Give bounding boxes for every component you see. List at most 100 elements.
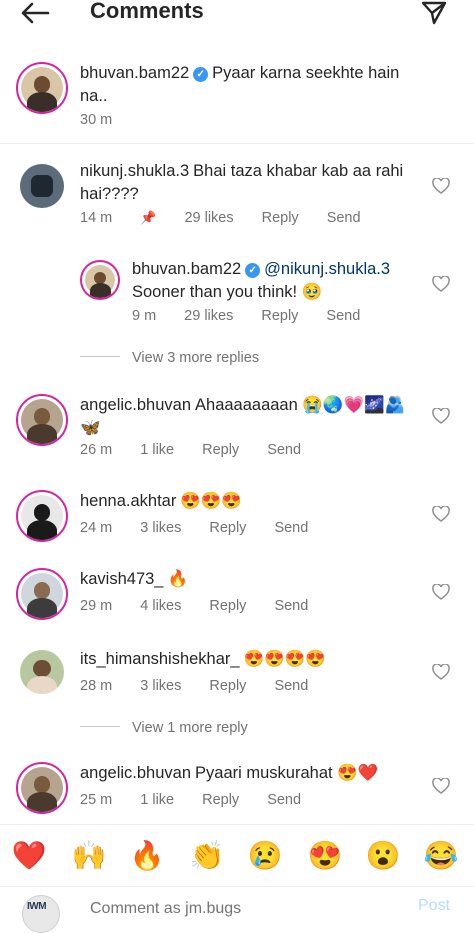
send-button[interactable]: Send xyxy=(274,598,308,614)
like-heart-icon[interactable] xyxy=(432,664,450,680)
divider xyxy=(80,726,120,727)
like-heart-icon[interactable] xyxy=(432,584,450,600)
like-count[interactable]: 29 likes xyxy=(184,308,233,324)
like-count[interactable]: 3 likes xyxy=(140,678,181,694)
timestamp: 9 m xyxy=(132,308,157,324)
pin-icon: 📌 xyxy=(140,210,157,225)
username[interactable]: angelic.bhuvan xyxy=(80,396,191,414)
username[interactable]: bhuvan.bam22 xyxy=(132,260,241,278)
avatar-logo: IWM xyxy=(27,901,47,912)
send-button[interactable]: Send xyxy=(267,792,301,808)
avatar[interactable] xyxy=(16,490,68,542)
emoji-laughing-button[interactable]: 😂 xyxy=(422,837,460,875)
reply-button[interactable]: Reply xyxy=(202,442,239,458)
reply-item: bhuvan.bam22 ✓ @nikunj.shukla.3 Sooner tha… xyxy=(0,258,474,338)
timestamp: 24 m xyxy=(80,520,113,536)
verified-badge-icon: ✓ xyxy=(245,263,261,278)
emoji-heart-eyes-button[interactable]: 😍 xyxy=(306,837,344,875)
emoji-clap-button[interactable]: 👏 xyxy=(188,837,226,875)
avatar[interactable] xyxy=(16,762,68,814)
reply-button[interactable]: Reply xyxy=(261,308,298,324)
reply-button[interactable]: Reply xyxy=(209,598,246,614)
avatar[interactable] xyxy=(80,260,120,300)
comment-meta: 9 m 29 likes Reply Send xyxy=(132,308,388,324)
comment-meta: 24 m 3 likes Reply Send xyxy=(80,520,336,536)
send-button[interactable]: Send xyxy=(326,308,360,324)
send-button[interactable]: Send xyxy=(274,520,308,536)
comment-meta: 29 m 4 likes Reply Send xyxy=(80,598,336,614)
comment-meta: 25 m 1 like Reply Send xyxy=(80,792,329,808)
comment-body: bhuvan.bam22 ✓ @nikunj.shukla.3 Sooner tha… xyxy=(132,258,432,304)
username[interactable]: its_himanshishekhar_ xyxy=(80,650,240,668)
avatar[interactable] xyxy=(16,394,68,446)
reply-button[interactable]: Reply xyxy=(209,678,246,694)
comment-text: Pyaari muskurahat 😍❤️ xyxy=(195,764,379,782)
reply-button[interactable]: Reply xyxy=(202,792,239,808)
avatar[interactable] xyxy=(20,650,64,694)
divider xyxy=(0,143,474,144)
send-button[interactable]: Send xyxy=(267,442,301,458)
avatar[interactable] xyxy=(20,164,64,208)
avatar[interactable] xyxy=(16,62,68,114)
emoji-heart-button[interactable]: ❤️ xyxy=(10,837,48,875)
caption-text: bhuvan.bam22 ✓ Pyaar karna seekhte hain na… xyxy=(80,62,420,108)
emoji-raised-hands-button[interactable]: 🙌 xyxy=(70,837,108,875)
like-heart-icon[interactable] xyxy=(432,276,450,292)
mention-link[interactable]: @nikunj.shukla.3 xyxy=(264,260,390,278)
comment-item: angelic.bhuvan Pyaari muskurahat 😍❤️ 25 m… xyxy=(0,762,474,822)
like-count[interactable]: 1 like xyxy=(140,792,174,808)
timestamp: 25 m xyxy=(80,792,113,808)
comment-item: its_himanshishekhar_ 😍😍😍😍 28 m 3 likes Repl… xyxy=(0,648,474,718)
view-more-label: View 1 more reply xyxy=(132,720,248,736)
comment-item: henna.akhtar 😍😍😍 24 m 3 likes Reply Send xyxy=(0,490,474,560)
comment-meta: 26 m 1 like Reply Send xyxy=(80,442,329,458)
timestamp: 30 m xyxy=(80,112,113,128)
emoji-fire-button[interactable]: 🔥 xyxy=(128,837,166,875)
comment-text: 😍😍😍😍 xyxy=(243,650,326,668)
comment-meta: 14 m 📌 29 likes Reply Send xyxy=(80,210,389,226)
comment-body: nikunj.shukla.3 Bhai taza khabar kab aa r… xyxy=(80,160,420,206)
post-button[interactable]: Post xyxy=(418,897,450,915)
view-more-label: View 3 more replies xyxy=(132,350,260,366)
page-title: Comments xyxy=(90,0,204,23)
verified-badge-icon: ✓ xyxy=(193,67,209,82)
emoji-crying-button[interactable]: 😢 xyxy=(246,837,284,875)
view-more-replies[interactable]: View 3 more replies xyxy=(80,350,259,366)
emoji-quick-bar: ❤️ 🙌 🔥 👏 😢 😍 😮 😂 xyxy=(0,824,474,887)
direct-send-icon[interactable] xyxy=(420,0,448,26)
username[interactable]: angelic.bhuvan xyxy=(80,764,191,782)
like-heart-icon[interactable] xyxy=(432,778,450,794)
username[interactable]: bhuvan.bam22 xyxy=(80,64,189,82)
caption: bhuvan.bam22 ✓ Pyaar karna seekhte hain na… xyxy=(0,56,474,142)
like-count[interactable]: 29 likes xyxy=(184,210,233,226)
reply-button[interactable]: Reply xyxy=(209,520,246,536)
avatar: IWM xyxy=(22,895,60,933)
username[interactable]: henna.akhtar xyxy=(80,492,176,510)
avatar[interactable] xyxy=(16,568,68,620)
comment-text: Sooner than you think! 🥹 xyxy=(132,283,323,301)
like-count[interactable]: 3 likes xyxy=(140,520,181,536)
comment-text: 🔥 xyxy=(167,570,189,588)
like-heart-icon[interactable] xyxy=(432,408,450,424)
comment-input-bar: IWM Post xyxy=(0,886,474,933)
like-count[interactable]: 1 like xyxy=(140,442,174,458)
username[interactable]: kavish473_ xyxy=(80,570,163,588)
comment-body: angelic.bhuvan Ahaaaaaaaan 😭🌏💗🌌🫂🦋 xyxy=(80,394,420,440)
back-arrow-icon[interactable] xyxy=(20,2,50,24)
divider xyxy=(80,356,120,357)
comment-input[interactable] xyxy=(88,897,392,921)
username[interactable]: nikunj.shukla.3 xyxy=(80,162,189,180)
view-more-replies[interactable]: View 1 more reply xyxy=(80,720,248,736)
send-button[interactable]: Send xyxy=(327,210,361,226)
like-heart-icon[interactable] xyxy=(432,178,450,194)
like-heart-icon[interactable] xyxy=(432,506,450,522)
send-button[interactable]: Send xyxy=(274,678,308,694)
emoji-surprised-button[interactable]: 😮 xyxy=(364,837,402,875)
header: Comments xyxy=(0,0,474,32)
comment-item: nikunj.shukla.3 Bhai taza khabar kab aa r… xyxy=(0,160,474,240)
comment-body: its_himanshishekhar_ 😍😍😍😍 xyxy=(80,648,420,671)
comment-item: kavish473_ 🔥 29 m 4 likes Reply Send xyxy=(0,568,474,638)
reply-button[interactable]: Reply xyxy=(262,210,299,226)
like-count[interactable]: 4 likes xyxy=(140,598,181,614)
comment-body: kavish473_ 🔥 xyxy=(80,568,420,591)
